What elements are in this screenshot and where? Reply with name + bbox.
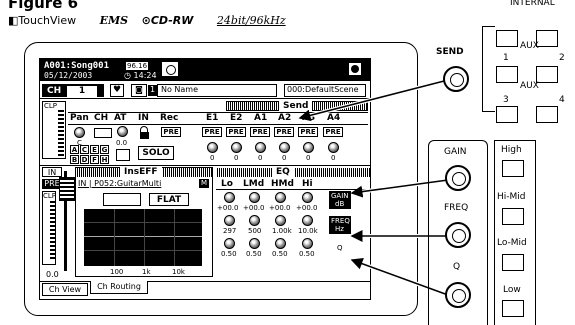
q-knob[interactable] xyxy=(445,282,471,308)
aux-number-1: 1 xyxy=(503,53,509,63)
q-label: Q xyxy=(453,262,461,272)
aux-3-button[interactable] xyxy=(496,106,518,123)
aux-number-4: 4 xyxy=(559,95,565,105)
aux-2-button[interactable] xyxy=(536,66,558,83)
band-himid-button[interactable] xyxy=(502,208,524,225)
band-high-button[interactable] xyxy=(502,160,524,177)
band-himid-label: Hi-Mid xyxy=(497,192,526,202)
aux-label-2: AUX xyxy=(520,81,539,91)
aux-4-button[interactable] xyxy=(536,106,558,123)
band-lomid-label: Lo-Mid xyxy=(497,238,527,248)
aux-number-2: 2 xyxy=(559,53,565,63)
freq-label: FREQ xyxy=(444,203,469,213)
band-high-label: High xyxy=(501,145,522,155)
gain-knob[interactable] xyxy=(445,165,471,191)
internal-button-2[interactable] xyxy=(536,30,558,47)
arrow-send xyxy=(298,78,449,122)
aux-label-1: AUX xyxy=(520,41,539,51)
band-low-button[interactable] xyxy=(502,300,524,317)
band-low-label: Low xyxy=(503,285,521,295)
band-lomid-button[interactable] xyxy=(502,254,524,271)
freq-knob[interactable] xyxy=(445,222,471,248)
gain-label: GAIN xyxy=(444,147,467,157)
aux-bracket xyxy=(482,26,495,112)
aux-1-button[interactable] xyxy=(496,66,518,83)
internal-button[interactable] xyxy=(496,30,518,47)
send-knob[interactable] xyxy=(443,66,469,92)
send-label: SEND xyxy=(436,47,464,57)
aux-number-3: 3 xyxy=(503,95,509,105)
